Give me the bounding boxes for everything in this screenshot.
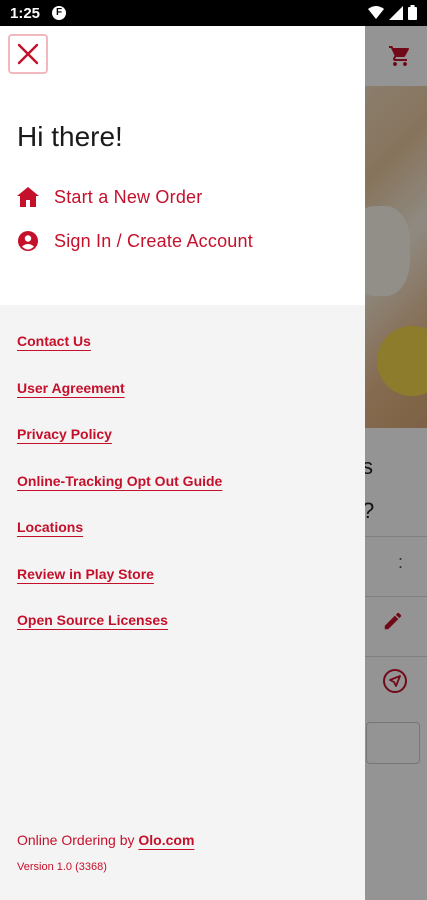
status-bar: 1:25 F (0, 0, 427, 26)
opt-out-guide-link[interactable]: Online-Tracking Opt Out Guide (17, 473, 222, 489)
account-icon (17, 230, 39, 252)
contact-us-link[interactable]: Contact Us (17, 333, 91, 349)
privacy-policy-link[interactable]: Privacy Policy (17, 426, 112, 442)
wifi-icon (368, 5, 384, 19)
version-text: Version 1.0 (3368) (17, 861, 107, 873)
battery-icon (408, 5, 417, 20)
footer-text: Online Ordering by Olo.com (17, 832, 194, 848)
footer-prefix: Online Ordering by (17, 832, 139, 848)
olo-link[interactable]: Olo.com (138, 832, 194, 848)
app-notification-icon: F (52, 6, 66, 20)
status-icons (368, 5, 417, 20)
navigation-drawer: Hi there! Start a New Order Sign In / Cr… (0, 26, 365, 900)
open-source-licenses-link[interactable]: Open Source Licenses (17, 612, 168, 628)
close-icon (17, 43, 39, 65)
close-button[interactable] (8, 34, 48, 74)
drawer-header: Hi there! Start a New Order Sign In / Cr… (0, 26, 365, 305)
home-icon (17, 186, 39, 208)
sign-in-item[interactable]: Sign In / Create Account (17, 230, 253, 252)
locations-link[interactable]: Locations (17, 519, 83, 535)
status-time: 1:25 (10, 5, 41, 22)
start-new-order-label: Start a New Order (54, 186, 203, 207)
user-agreement-link[interactable]: User Agreement (17, 380, 125, 396)
start-new-order-item[interactable]: Start a New Order (17, 186, 202, 208)
review-play-store-link[interactable]: Review in Play Store (17, 566, 154, 582)
sign-in-label: Sign In / Create Account (54, 230, 253, 251)
signal-icon (389, 5, 403, 20)
greeting-heading: Hi there! (17, 121, 123, 152)
